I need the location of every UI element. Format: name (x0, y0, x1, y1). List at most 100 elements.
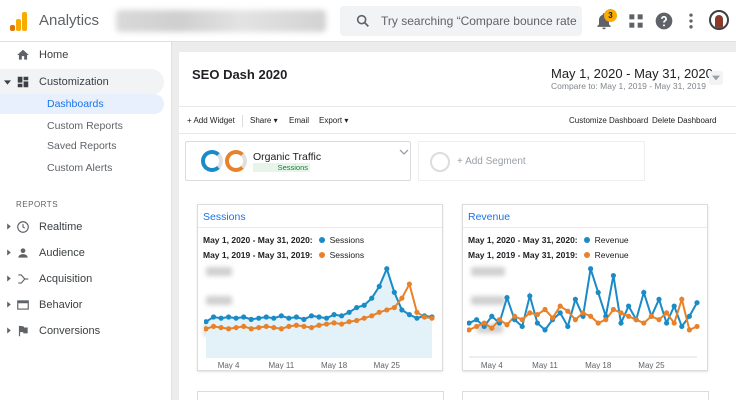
data-point[interactable] (263, 314, 269, 320)
data-point[interactable] (550, 315, 556, 321)
data-point[interactable] (331, 320, 337, 326)
data-point[interactable] (519, 323, 525, 330)
data-point[interactable] (694, 323, 700, 330)
data-point[interactable] (414, 309, 420, 315)
data-point[interactable] (421, 314, 428, 320)
widget-title[interactable]: Sessions (203, 211, 246, 223)
sidebar-item-behavior[interactable]: Behavior (0, 292, 164, 318)
data-point[interactable] (588, 313, 594, 319)
data-point[interactable] (323, 321, 330, 327)
sidebar-item-custom-alerts[interactable]: Custom Alerts (0, 158, 164, 178)
data-point[interactable] (376, 309, 382, 315)
data-point[interactable] (293, 314, 299, 320)
data-point[interactable] (679, 296, 685, 302)
share-button[interactable]: Share ▾ (250, 116, 278, 125)
data-point[interactable] (641, 289, 647, 296)
help-icon[interactable] (654, 11, 674, 31)
data-point[interactable] (512, 313, 518, 319)
data-point[interactable] (241, 323, 247, 330)
data-point[interactable] (384, 307, 390, 313)
sidebar-item-dashboards[interactable]: Dashboards (0, 94, 164, 114)
data-point[interactable] (218, 315, 224, 321)
data-point[interactable] (369, 313, 375, 319)
customize-dashboard-button[interactable]: Customize Dashboard (569, 116, 648, 125)
data-point[interactable] (489, 325, 495, 331)
email-button[interactable]: Email (289, 116, 309, 125)
data-point[interactable] (595, 289, 601, 296)
data-point[interactable] (641, 320, 647, 326)
data-point[interactable] (278, 326, 284, 332)
data-point[interactable] (376, 283, 382, 290)
data-point[interactable] (664, 320, 670, 326)
data-point[interactable] (278, 313, 284, 319)
data-point[interactable] (618, 320, 624, 326)
data-point[interactable] (542, 327, 548, 333)
data-point[interactable] (474, 323, 480, 330)
data-point[interactable] (656, 317, 662, 323)
data-point[interactable] (580, 310, 586, 316)
data-point[interactable] (226, 314, 232, 320)
apps-grid-icon[interactable] (626, 11, 646, 31)
data-point[interactable] (256, 315, 262, 321)
data-point[interactable] (399, 307, 405, 313)
sidebar-item-custom-reports[interactable]: Custom Reports (0, 116, 164, 136)
data-point[interactable] (323, 315, 330, 321)
data-point[interactable] (241, 314, 247, 320)
data-point[interactable] (399, 295, 405, 301)
data-point[interactable] (293, 322, 299, 328)
data-point[interactable] (286, 315, 292, 321)
delete-dashboard-button[interactable]: Delete Dashboard (652, 116, 716, 125)
data-point[interactable] (633, 317, 639, 323)
avatar[interactable] (709, 10, 729, 30)
data-point[interactable] (664, 310, 670, 316)
data-point[interactable] (331, 312, 337, 318)
data-point[interactable] (534, 320, 540, 326)
data-point[interactable] (557, 303, 563, 309)
data-point[interactable] (339, 313, 345, 319)
data-point[interactable] (474, 317, 480, 323)
sidebar-item-customization[interactable]: Customization (0, 69, 164, 95)
data-point[interactable] (218, 324, 224, 331)
data-point[interactable] (301, 316, 307, 322)
date-range-dropdown[interactable] (709, 71, 723, 85)
more-vert-icon[interactable] (681, 11, 701, 31)
data-point[interactable] (286, 323, 292, 330)
data-point[interactable] (542, 306, 548, 313)
data-point[interactable] (256, 324, 262, 331)
data-point[interactable] (226, 326, 232, 332)
data-point[interactable] (565, 323, 571, 330)
data-point[interactable] (610, 272, 616, 279)
data-point[interactable] (391, 289, 397, 295)
data-point[interactable] (263, 323, 269, 330)
widget-title[interactable]: Revenue (468, 211, 510, 223)
data-point[interactable] (308, 313, 315, 319)
data-point[interactable] (210, 314, 217, 320)
date-range[interactable]: May 1, 2020 - May 31, 2020 (551, 66, 713, 81)
data-point[interactable] (588, 266, 594, 272)
data-point[interactable] (346, 309, 352, 315)
compare-date-range[interactable]: Compare to: May 1, 2019 - May 31, 2019 (551, 81, 706, 91)
data-point[interactable] (248, 326, 254, 332)
data-point[interactable] (527, 310, 533, 316)
sessions-chart[interactable]: May 4 May 11 May 18 May 25 (204, 265, 438, 369)
data-point[interactable] (361, 315, 367, 321)
data-point[interactable] (671, 320, 677, 326)
sidebar-item-acquisition[interactable]: Acquisition (0, 266, 164, 292)
data-point[interactable] (271, 315, 277, 321)
data-point[interactable] (406, 281, 412, 287)
data-point[interactable] (369, 295, 375, 301)
revenue-chart[interactable]: May 4 May 11 May 18 May 25 (467, 265, 703, 369)
data-point[interactable] (610, 306, 616, 313)
data-point[interactable] (316, 314, 322, 320)
data-point[interactable] (496, 317, 502, 323)
data-point[interactable] (603, 317, 609, 323)
segment-organic-traffic[interactable]: Organic Traffic Sessions (185, 141, 411, 181)
sidebar-item-conversions[interactable]: Conversions (0, 318, 164, 344)
data-point[interactable] (648, 313, 654, 319)
data-point[interactable] (308, 324, 315, 331)
add-widget-button[interactable]: + Add Widget (187, 116, 235, 125)
data-point[interactable] (527, 293, 533, 299)
data-point[interactable] (618, 310, 624, 316)
data-point[interactable] (346, 319, 352, 325)
data-point[interactable] (316, 322, 322, 328)
